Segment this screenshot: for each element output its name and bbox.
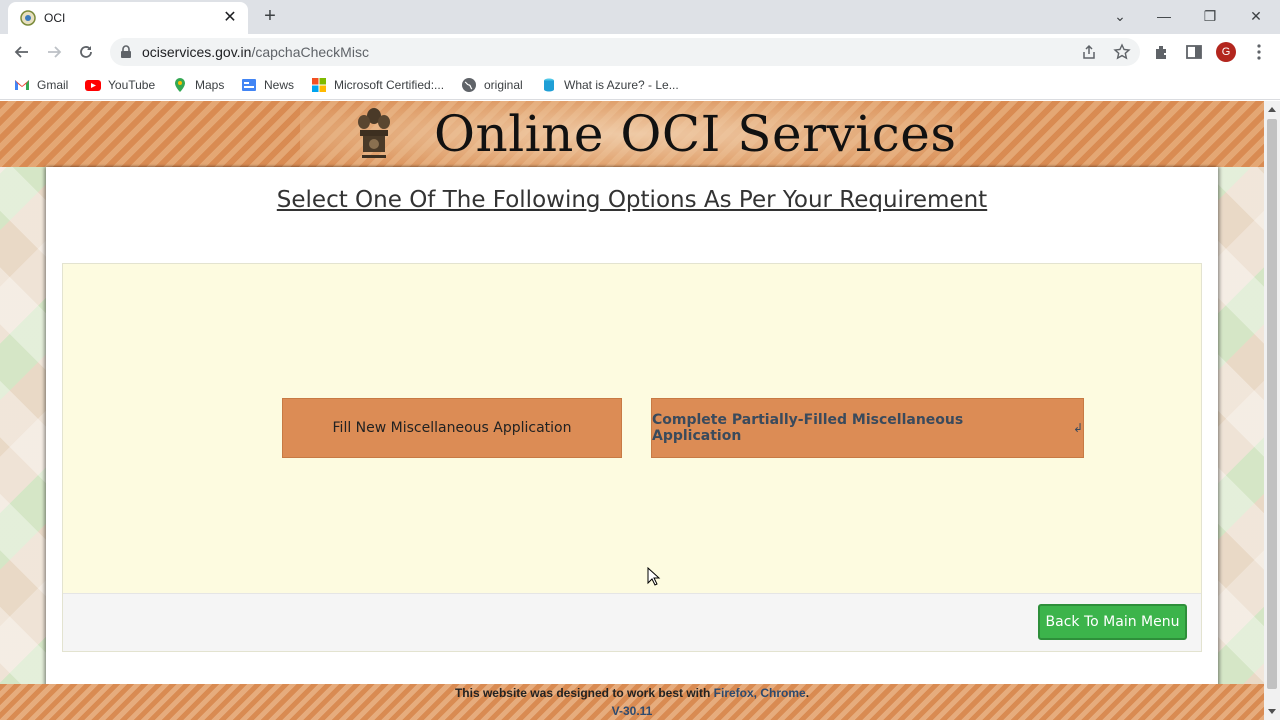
bookmark-maps[interactable]: Maps xyxy=(172,76,224,94)
tab-title: OCI xyxy=(44,11,66,25)
bookmark-news[interactable]: News xyxy=(241,76,294,94)
globe-icon xyxy=(462,78,476,92)
page-scrollbar[interactable] xyxy=(1264,101,1280,720)
bookmark-microsoft-certified[interactable]: Microsoft Certified:... xyxy=(311,76,444,94)
oci-favicon-icon xyxy=(20,10,36,26)
page-heading: Select One Of The Following Options As P… xyxy=(276,187,988,213)
window-close-button[interactable]: ✕ xyxy=(1244,4,1268,28)
address-bar[interactable]: ociservices.gov.in/capchaCheckMisc xyxy=(110,38,1140,66)
footer-note: This website was designed to work best w… xyxy=(0,686,1264,700)
banner-title: Online OCI Services xyxy=(434,105,957,163)
complete-partial-label: Complete Partially-Filled Miscellaneous … xyxy=(652,412,964,444)
browser-tab[interactable]: OCI ✕ xyxy=(8,2,248,34)
profile-avatar[interactable]: G xyxy=(1216,42,1236,62)
forward-icon[interactable] xyxy=(42,40,66,64)
fill-new-label: Fill New Miscellaneous Application xyxy=(332,420,572,436)
bookmark-gmail[interactable]: Gmail xyxy=(14,76,68,94)
tab-strip: OCI ✕ + ⌄ — ❐ ✕ xyxy=(0,0,1280,34)
fill-new-application-button[interactable]: Fill New Miscellaneous Application xyxy=(282,398,622,458)
minimize-button[interactable]: — xyxy=(1152,4,1176,28)
gmail-icon xyxy=(15,80,29,90)
enter-icon: ↲ xyxy=(1072,421,1083,435)
version-label: V-30.11 xyxy=(611,704,653,718)
news-icon xyxy=(242,79,256,91)
url-text: ociservices.gov.in/capchaCheckMisc xyxy=(142,44,369,60)
footer-browsers-link[interactable]: Firefox, Chrome xyxy=(714,686,806,700)
lock-icon[interactable] xyxy=(120,45,132,59)
header-banner: Online OCI Services xyxy=(0,101,1264,167)
scroll-up-arrow-icon[interactable] xyxy=(1268,107,1276,112)
bookmark-label: Microsoft Certified:... xyxy=(334,78,445,92)
scroll-down-arrow-icon[interactable] xyxy=(1268,709,1276,714)
panel-footer: Back To Main Menu xyxy=(63,593,1201,651)
menu-kebab-icon[interactable] xyxy=(1249,42,1269,62)
youtube-icon xyxy=(85,80,101,91)
restore-button[interactable]: ❐ xyxy=(1198,4,1222,28)
page-viewport: Online OCI Services Select One Of The Fo… xyxy=(0,101,1264,720)
maps-icon xyxy=(175,78,185,92)
side-panel-icon[interactable] xyxy=(1184,42,1204,62)
url-domain: ociservices.gov.in xyxy=(142,44,252,60)
bookmark-what-is-azure[interactable]: What is Azure? - Le... xyxy=(541,76,679,94)
bookmark-star-icon[interactable] xyxy=(1113,43,1131,61)
bookmark-label: YouTube xyxy=(108,78,156,92)
options-panel: Fill New Miscellaneous Application Compl… xyxy=(62,263,1202,652)
main-content: Select One Of The Following Options As P… xyxy=(46,167,1218,720)
share-icon[interactable] xyxy=(1080,43,1098,61)
microsoft-icon xyxy=(312,78,326,92)
reload-icon[interactable] xyxy=(74,40,98,64)
footer-suffix: . xyxy=(805,686,810,700)
mouse-cursor-icon xyxy=(647,567,661,586)
azure-icon xyxy=(544,78,554,92)
footer-band: This website was designed to work best w… xyxy=(0,684,1264,720)
complete-partial-application-button[interactable]: Complete Partially-Filled Miscellaneous … xyxy=(651,398,1084,458)
browser-toolbar: ociservices.gov.in/capchaCheckMisc G xyxy=(0,34,1280,70)
national-emblem-icon xyxy=(358,108,390,158)
new-tab-button[interactable]: + xyxy=(258,5,282,29)
tab-close-icon[interactable]: ✕ xyxy=(220,8,240,28)
scrollbar-thumb[interactable] xyxy=(1267,119,1277,689)
bookmark-label: News xyxy=(264,78,295,92)
back-icon[interactable] xyxy=(10,40,34,64)
url-path: /capchaCheckMisc xyxy=(251,44,369,60)
bookmark-label: Maps xyxy=(195,78,225,92)
bookmarks-bar: Gmail YouTube Maps News Microsoft Certif… xyxy=(0,70,1280,100)
bookmark-label: What is Azure? - Le... xyxy=(564,78,679,92)
tab-search-icon[interactable]: ⌄ xyxy=(1108,4,1132,28)
bookmark-youtube[interactable]: YouTube xyxy=(85,76,155,94)
bookmark-label: Gmail xyxy=(37,78,69,92)
extensions-icon[interactable] xyxy=(1152,42,1172,62)
back-to-main-menu-button[interactable]: Back To Main Menu xyxy=(1038,604,1187,640)
bookmark-original[interactable]: original xyxy=(461,76,523,94)
footer-prefix: This website was designed to work best w… xyxy=(454,686,714,700)
bookmark-label: original xyxy=(484,78,523,92)
